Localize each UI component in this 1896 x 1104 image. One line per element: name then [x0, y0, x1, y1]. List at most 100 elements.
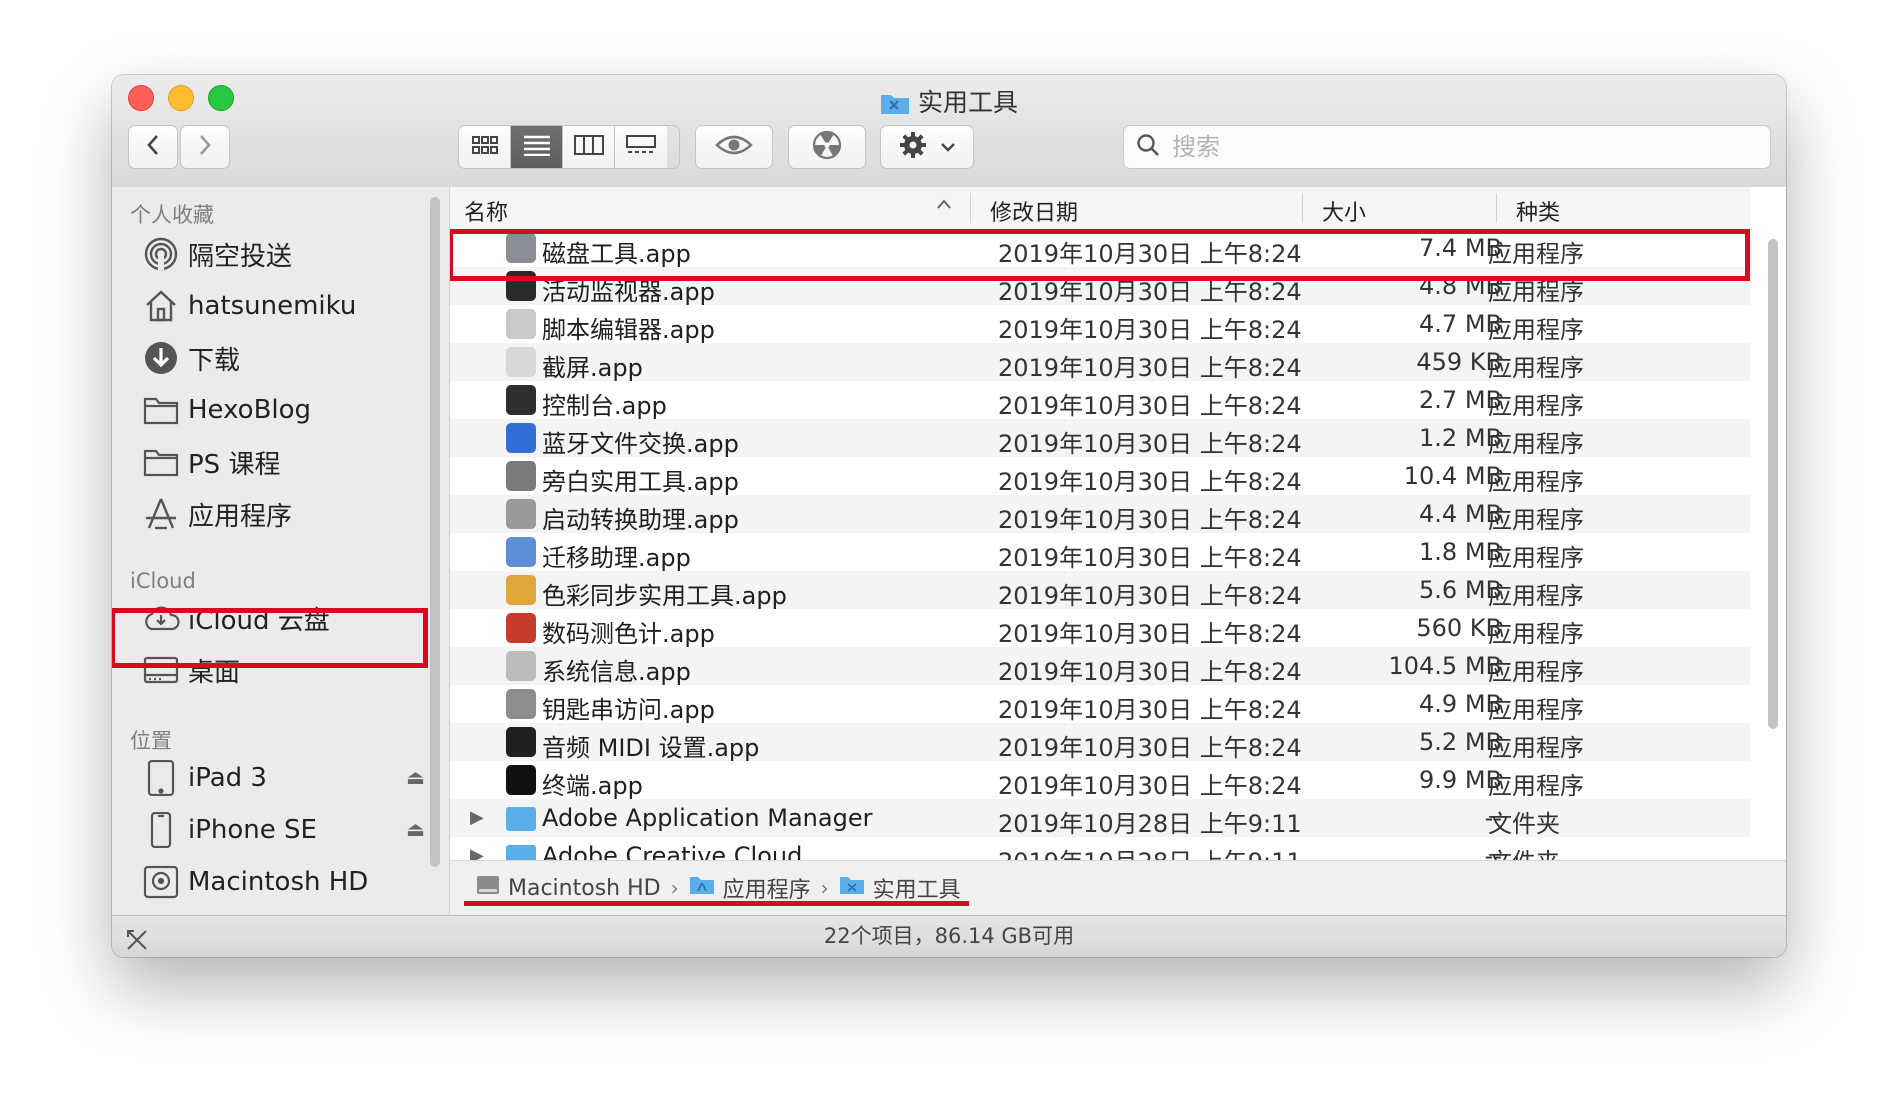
table-row[interactable]: 迁移助理.app 2019年10月30日 上午8:24 1.8 MB 应用程序 [450, 533, 1750, 572]
file-rows: 磁盘工具.app 2019年10月30日 上午8:24 7.4 MB 应用程序 活动监视… [450, 229, 1750, 860]
table-row[interactable]: ▶ Adobe Application Manager 2019年10月28日 上午… [450, 799, 1750, 838]
table-row[interactable]: ▶Adobe Creative Cloud2019年10月28日 上午9:11-… [450, 837, 1750, 860]
app-icon [506, 727, 536, 757]
search-field[interactable] [1123, 125, 1771, 169]
column-view-button[interactable] [563, 126, 615, 168]
search-input[interactable] [1170, 132, 1734, 162]
column-divider[interactable] [1302, 193, 1303, 223]
folder-icon [506, 807, 536, 831]
download-icon [142, 339, 180, 377]
name-cell: 数码测色计.app [542, 620, 715, 648]
sidebar-item-downloads[interactable]: 下载 [142, 333, 240, 383]
sidebar-item-ipad[interactable]: iPad 3 [142, 753, 412, 803]
kind-cell: 应用程序 [1488, 582, 1584, 610]
sidebar-item-iphone[interactable]: iPhone SE [142, 805, 412, 855]
burn-button[interactable] [788, 125, 866, 169]
app-icon [506, 689, 536, 719]
sidebar-item-macintosh-hd[interactable]: Macintosh HD [142, 857, 368, 907]
kind-cell: 应用程序 [1488, 468, 1584, 496]
view-mode-control [458, 125, 680, 169]
eject-ipad-icon[interactable]: ⏏ [406, 765, 425, 789]
column-name-header[interactable]: 名称 [464, 195, 508, 227]
chevron-right-icon: › [670, 876, 679, 900]
sidebar-item-label: iPhone SE [188, 815, 317, 845]
folder-icon [142, 391, 180, 429]
airdrop-icon [142, 235, 180, 273]
path-segment-applications[interactable]: 应用程序 [689, 872, 811, 904]
window-title-text: 实用工具 [917, 88, 1018, 117]
name-cell: 截屏.app [542, 354, 643, 382]
table-row[interactable]: 控制台.app 2019年10月30日 上午8:24 2.7 MB 应用程序 [450, 381, 1750, 420]
column-divider[interactable] [1496, 193, 1497, 223]
column-header: 名称 修改日期 大小 种类 [450, 187, 1750, 230]
table-row[interactable]: 启动转换助理.app 2019年10月30日 上午8:24 4.4 MB 应用程序 [450, 495, 1750, 534]
column-size-header[interactable]: 大小 [1322, 195, 1366, 227]
name-cell: 色彩同步实用工具.app [542, 582, 787, 610]
folder-icon [506, 845, 536, 860]
table-row[interactable]: 数码测色计.app 2019年10月30日 上午8:24 560 KB 应用程序 [450, 609, 1750, 648]
eject-iphone-icon[interactable]: ⏏ [406, 817, 425, 841]
utilities-folder-icon [839, 875, 865, 901]
name-cell: 钥匙串访问.app [542, 696, 715, 724]
back-button[interactable] [128, 125, 178, 169]
kind-cell: 应用程序 [1488, 430, 1584, 458]
kind-cell: 应用程序 [1488, 658, 1584, 686]
path-segment-utilities[interactable]: 实用工具 [839, 872, 961, 904]
action-menu-button[interactable] [880, 125, 974, 169]
sidebar-item-ps-course[interactable]: PS 课程 [142, 437, 280, 487]
kind-cell: 应用程序 [1488, 354, 1584, 382]
harddisk-icon [142, 863, 180, 901]
disclosure-triangle-icon[interactable]: ▶ [470, 845, 484, 860]
icon-view-button[interactable] [459, 126, 511, 168]
collapse-arrows-icon[interactable] [126, 924, 148, 957]
path-segment-label: Macintosh HD [508, 875, 661, 901]
forward-button[interactable] [180, 125, 230, 169]
sidebar-scrollbar[interactable] [430, 197, 440, 867]
table-row[interactable]: 截屏.app 2019年10月30日 上午8:24 459 KB 应用程序 [450, 343, 1750, 382]
sidebar-item-airdrop[interactable]: 隔空投送 [142, 229, 292, 279]
table-row[interactable]: 脚本编辑器.app 2019年10月30日 上午8:24 4.7 MB 应用程序 [450, 305, 1750, 344]
table-row[interactable]: 系统信息.app 2019年10月30日 上午8:24 104.5 MB 应用程序 [450, 647, 1750, 686]
quick-look-button[interactable] [695, 125, 773, 169]
status-bar: 22个项目，86.14 GB可用 [112, 915, 1786, 957]
list-scrollbar[interactable] [1768, 239, 1778, 729]
name-cell: 蓝牙文件交换.app [542, 430, 739, 458]
kind-cell: 应用程序 [1488, 392, 1584, 420]
sidebar-header-icloud: iCloud [130, 569, 196, 593]
column-divider[interactable] [970, 193, 971, 223]
file-list: 名称 修改日期 大小 种类 磁盘工具.app 2019年10月30日 上午8:24… [450, 187, 1786, 860]
date-cell: 2019年10月30日 上午8:24 [998, 544, 1302, 572]
name-cell: 终端.app [542, 772, 643, 800]
column-date-header[interactable]: 修改日期 [990, 195, 1078, 227]
gallery-view-button[interactable] [615, 126, 667, 168]
highlight-box-disk-utility [450, 229, 1750, 281]
kind-cell: 文件夹 [1488, 810, 1560, 838]
size-cell: 104.5 MB [1388, 652, 1502, 680]
table-row[interactable]: 色彩同步实用工具.app 2019年10月30日 上午8:24 5.6 MB 应用程序 [450, 571, 1750, 610]
disclosure-triangle-icon[interactable]: ▶ [470, 807, 484, 828]
radioactive-icon [812, 130, 842, 164]
sidebar-item-applications[interactable]: 应用程序 [142, 489, 292, 539]
highlight-box-applications [112, 608, 428, 668]
sidebar-item-home[interactable]: hatsunemiku [142, 281, 356, 331]
sidebar-item-label: PS 课程 [188, 449, 281, 480]
column-kind-header[interactable]: 种类 [1516, 195, 1560, 227]
date-cell: 2019年10月30日 上午8:24 [998, 734, 1302, 762]
table-row[interactable]: 旁白实用工具.app 2019年10月30日 上午8:24 10.4 MB 应用程序 [450, 457, 1750, 496]
status-text: 22个项目，86.14 GB可用 [823, 924, 1075, 948]
table-row[interactable]: 蓝牙文件交换.app 2019年10月30日 上午8:24 1.2 MB 应用程序 [450, 419, 1750, 458]
name-cell: 系统信息.app [542, 658, 691, 686]
name-cell: 启动转换助理.app [542, 506, 739, 534]
table-row[interactable]: 音频 MIDI 设置.app 2019年10月30日 上午8:24 5.2 MB 应用… [450, 723, 1750, 762]
table-row[interactable]: 终端.app 2019年10月30日 上午8:24 9.9 MB 应用程序 [450, 761, 1750, 800]
list-view-button[interactable] [511, 126, 563, 168]
kind-cell: 应用程序 [1488, 772, 1584, 800]
path-segment-macintosh-hd[interactable]: Macintosh HD [476, 874, 661, 902]
kind-cell: 应用程序 [1488, 544, 1584, 572]
table-row[interactable]: 钥匙串访问.app 2019年10月30日 上午8:24 4.9 MB 应用程序 [450, 685, 1750, 724]
sidebar-item-hexoblog[interactable]: HexoBlog [142, 385, 311, 435]
date-cell: 2019年10月28日 上午9:11 [998, 842, 1302, 860]
sidebar-header-locations: 位置 [130, 729, 172, 753]
sort-ascending-icon[interactable] [936, 195, 952, 214]
folder-icon [142, 443, 180, 481]
